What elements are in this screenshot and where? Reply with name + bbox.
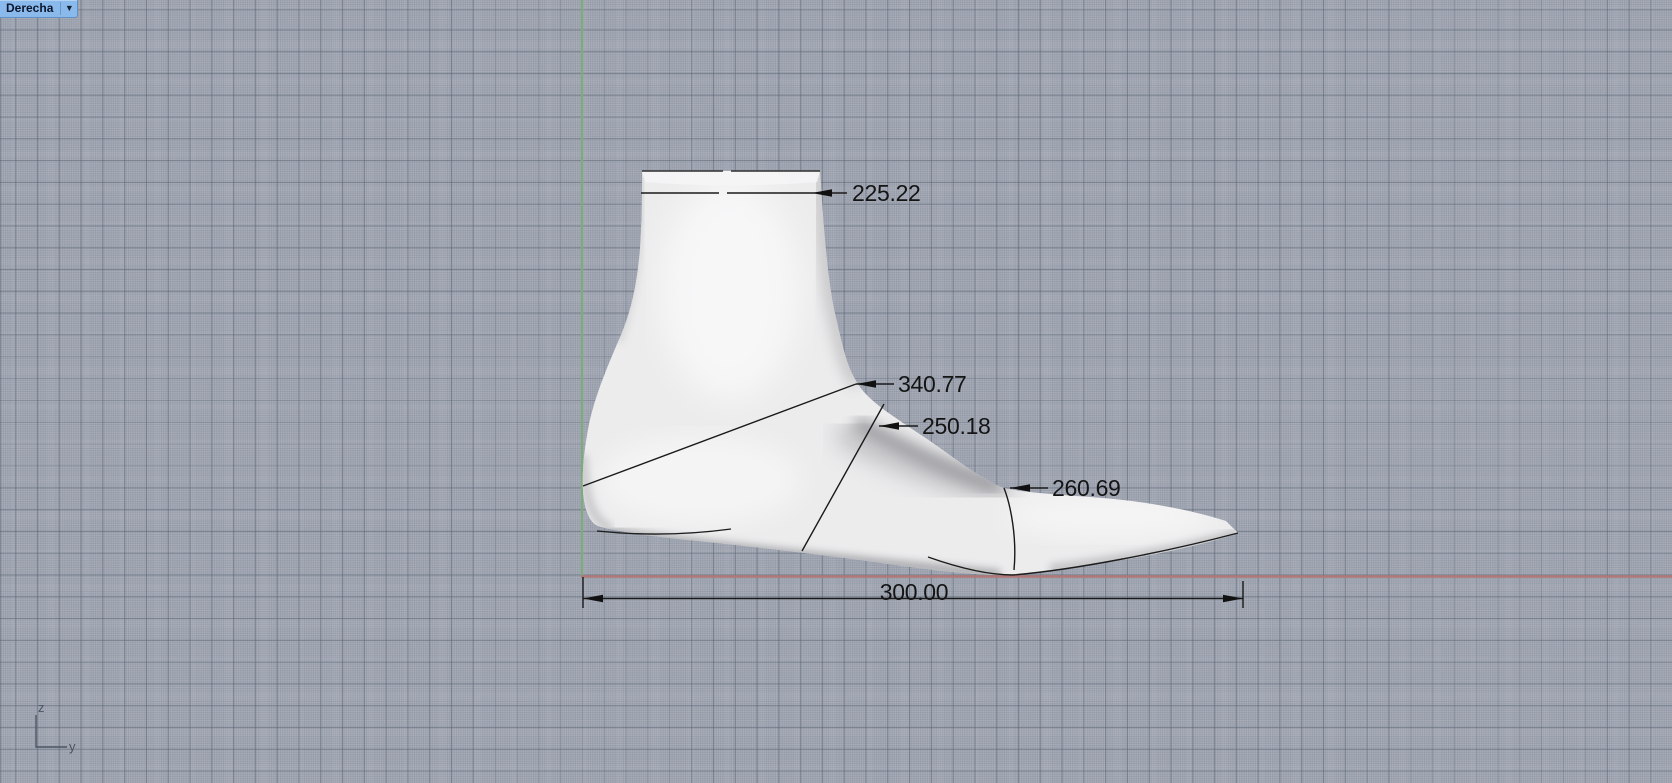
dimension-label-top-width[interactable]: 225.22: [852, 181, 921, 205]
dimension-label-overall-length[interactable]: 300.00: [878, 580, 950, 604]
gizmo-z-label: z: [38, 700, 45, 715]
dimension-label-ball-girth[interactable]: 260.69: [1052, 476, 1121, 500]
viewport-title[interactable]: Derecha: [0, 1, 60, 16]
viewport-title-tab[interactable]: Derecha ▼: [0, 0, 78, 18]
arrow-300-left: [583, 595, 603, 602]
dimension-label-waist-girth[interactable]: 250.18: [922, 414, 991, 438]
scene-svg: [0, 0, 1672, 783]
dimension-label-instep-girth[interactable]: 340.77: [898, 372, 967, 396]
viewport-dropdown-icon[interactable]: ▼: [61, 3, 77, 14]
cplane-axis-gizmo: z y: [20, 690, 120, 760]
gizmo-y-label: y: [69, 739, 76, 754]
arrow-300-right: [1223, 595, 1243, 602]
viewport-canvas[interactable]: 225.22 340.77 250.18 260.69 300.00 Derec…: [0, 0, 1672, 783]
gizmo-axes-lines: [36, 715, 67, 747]
